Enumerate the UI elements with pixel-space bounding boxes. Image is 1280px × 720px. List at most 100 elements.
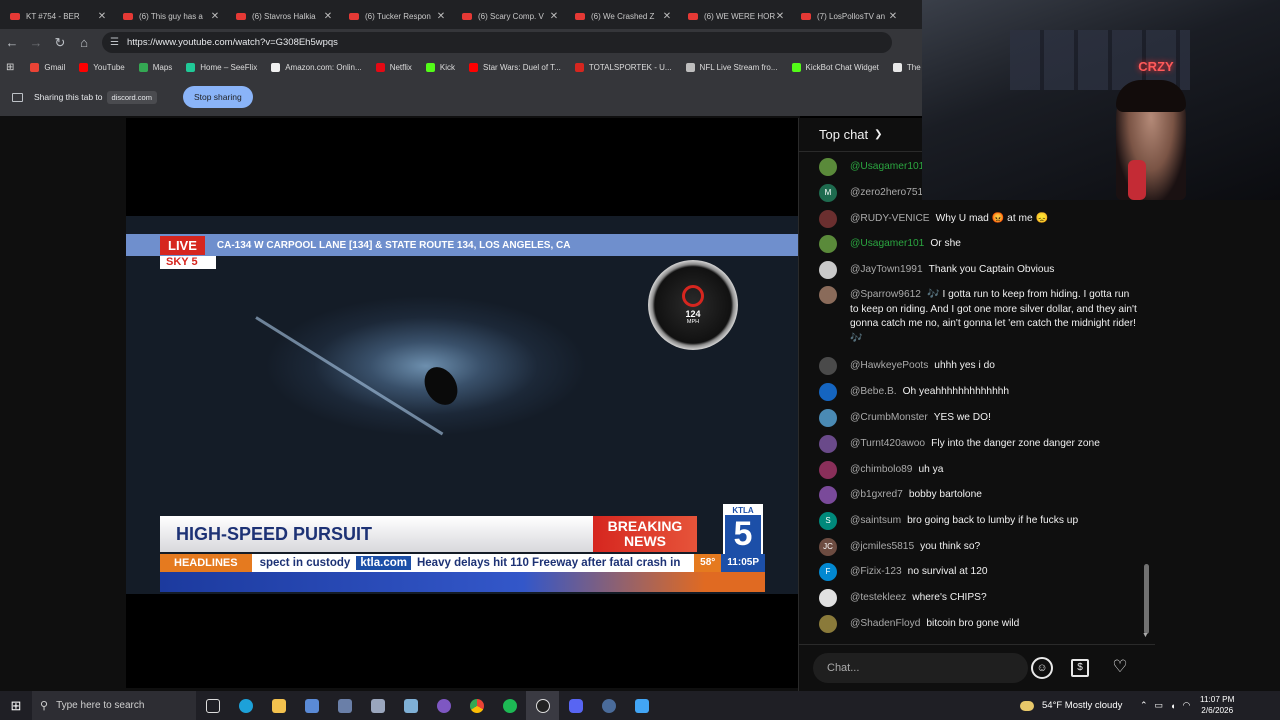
avatar[interactable] [819,210,837,228]
close-tab-icon[interactable]: ✕ [436,11,446,22]
obs-icon[interactable] [526,691,559,720]
avatar[interactable] [819,158,837,176]
scroll-down-arrow-icon[interactable]: ▼ [1142,632,1149,639]
chat-scrollbar[interactable] [1144,564,1149,634]
avatar[interactable] [819,461,837,479]
bookmark-item[interactable]: Gmail [30,62,65,72]
browser-tab[interactable]: (6) This guy has a ✕ [113,3,226,29]
browser-tab[interactable]: (6) Stavros Halkia ✕ [226,3,339,29]
avatar[interactable]: S [819,512,837,530]
avatar[interactable] [819,383,837,401]
chat-message[interactable]: @CrumbMonster YES we DO! [819,409,1139,427]
chat-author[interactable]: @Usagamer101 [850,238,924,249]
app-icon[interactable] [427,691,460,720]
close-tab-icon[interactable]: ✕ [210,11,220,22]
bookmark-item[interactable]: TOTALSPORTEK - U... [574,62,672,72]
chat-author[interactable]: @JayTown1991 [850,264,923,275]
back-icon[interactable]: ← [0,35,24,50]
chat-author[interactable]: @chimbolo89 [850,464,912,475]
chat-message[interactable]: @JayTown1991 Thank you Captain Obvious [819,261,1139,279]
task-view-icon[interactable] [196,691,229,720]
chat-message[interactable]: @chimbolo89 uh ya [819,461,1139,479]
avatar[interactable] [819,409,837,427]
chat-message[interactable]: JC @jcmiles5815 you think so? [819,538,1139,556]
weather-widget[interactable]: 54°F Mostly cloudy [1020,691,1122,720]
file-explorer-icon[interactable] [262,691,295,720]
browser-tab[interactable]: (6) We Crashed Z ✕ [565,3,678,29]
browser-tab[interactable]: (6) WE WERE HOR ✕ [678,3,791,29]
steam-icon[interactable] [592,691,625,720]
bookmark-item[interactable]: Kick [425,62,455,72]
store-icon[interactable] [295,691,328,720]
app-icon[interactable] [625,691,658,720]
avatar[interactable]: JC [819,538,837,556]
chat-message[interactable]: @ShadenFloyd bitcoin bro gone wild [819,615,1139,633]
apps-icon[interactable]: ⊞ [6,62,14,73]
bookmark-item[interactable]: The be [892,62,922,72]
chat-message[interactable]: @RUDY-VENICE Why U mad 😡 at me 😞 [819,210,1139,228]
windows-start-icon[interactable]: ⊞ [0,698,32,714]
chat-message[interactable]: @Bebe.B. Oh yeahhhhhhhhhhhhh [819,383,1139,401]
avatar[interactable] [819,589,837,607]
chat-message[interactable]: @Usagamer101 Or she [819,235,1139,253]
avatar[interactable] [819,435,837,453]
avatar[interactable] [819,486,837,504]
chat-author[interactable]: @zero2hero751 [850,187,923,198]
chat-author[interactable]: @testekleez [850,592,906,603]
avatar[interactable] [819,261,837,279]
bookmark-item[interactable]: Star Wars: Duel of T... [469,62,561,72]
chat-author[interactable]: @saintsum [850,515,901,526]
browser-tab[interactable]: (6) Scary Comp. V ✕ [452,3,565,29]
emoji-icon[interactable]: ☺ [1031,657,1053,679]
avatar[interactable] [819,235,837,253]
app-icon[interactable] [394,691,427,720]
browser-tab[interactable]: (7) LosPollosTV an ✕ [791,3,904,29]
bookmark-item[interactable]: KickBot Chat Widget [791,62,879,72]
reload-icon[interactable]: ↻ [48,35,72,51]
site-info-icon[interactable]: ☰ [110,37,119,48]
chat-message[interactable]: S @saintsum bro going back to lumby if he … [819,512,1139,530]
video-player[interactable]: LIVE CA-134 W CARPOOL LANE [134] & STATE… [126,118,798,688]
forward-icon[interactable]: → [24,35,48,50]
bookmark-item[interactable]: Home – SeeFlix [186,62,257,72]
chat-author[interactable]: @jcmiles5815 [850,541,914,552]
chat-author[interactable]: @RUDY-VENICE [850,213,930,224]
close-tab-icon[interactable]: ✕ [662,11,672,22]
bookmark-item[interactable]: Amazon.com: Onlin... [271,62,362,72]
chat-author[interactable]: @CrumbMonster [850,412,928,423]
app-icon[interactable] [361,691,394,720]
bookmark-item[interactable]: Maps [138,62,172,72]
chat-author[interactable]: @b1gxred7 [850,489,903,500]
avatar[interactable]: F [819,563,837,581]
chevron-up-icon[interactable]: ⌃ [1140,700,1148,711]
chat-author[interactable]: @Fizix-123 [850,566,902,577]
bookmark-item[interactable]: NFL Live Stream fro... [685,62,778,72]
taskbar-search[interactable]: ⚲ Type here to search [32,691,196,720]
avatar[interactable] [819,615,837,633]
spotify-icon[interactable] [493,691,526,720]
chat-input[interactable]: Chat... [813,653,1028,683]
chat-author[interactable]: @ShadenFloyd [850,618,920,629]
chat-message[interactable]: F @Fizix-123 no survival at 120 [819,563,1139,581]
chat-message[interactable]: @Turnt420awoo Fly into the danger zone da… [819,435,1139,453]
network-icon[interactable]: ▭ [1155,700,1164,711]
wifi-icon[interactable]: ◠ [1183,700,1191,711]
chat-message[interactable]: @b1gxred7 bobby bartolone [819,486,1139,504]
address-bar[interactable]: ☰ https://www.youtube.com/watch?v=G308Eh… [102,32,892,53]
chat-author[interactable]: @Usagamer101 [850,161,924,172]
chrome-icon[interactable] [460,691,493,720]
chat-author[interactable]: @Turnt420awoo [850,438,925,449]
bookmark-item[interactable]: YouTube [79,62,125,72]
close-tab-icon[interactable]: ✕ [888,11,898,22]
close-tab-icon[interactable]: ✕ [97,11,107,22]
calculator-icon[interactable] [328,691,361,720]
chat-message[interactable]: @Sparrow9612 🎶 I gotta run to keep from h… [819,286,1139,346]
chat-author[interactable]: @Bebe.B. [850,386,897,397]
avatar[interactable]: M [819,184,837,202]
chat-author[interactable]: @HawkeyePoots [850,360,928,371]
browser-tab[interactable]: (6) Tucker Respon ✕ [339,3,452,29]
close-tab-icon[interactable]: ✕ [549,11,559,22]
taskbar-clock[interactable]: 11:07 PM 2/6/2026 [1200,694,1234,716]
super-chat-icon[interactable]: $ [1071,659,1089,677]
heart-icon[interactable]: ♡ [1108,655,1132,679]
